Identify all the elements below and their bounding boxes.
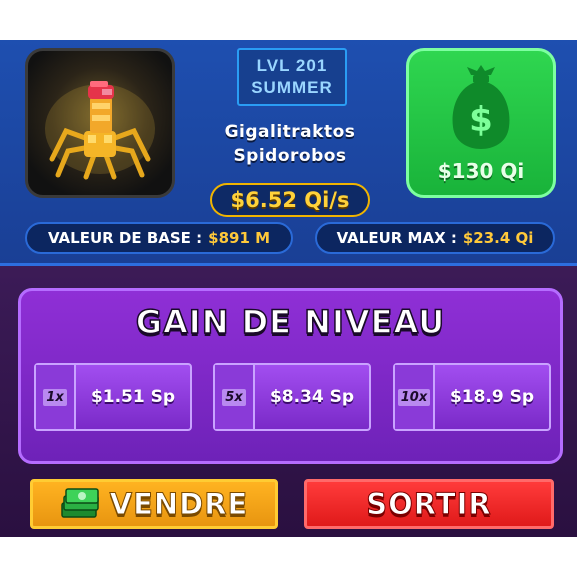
level-up-price: $18.9 Sp: [449, 387, 535, 407]
income-rate-pill: $6.52 Qi/s: [210, 183, 370, 217]
base-value-pill: VALEUR DE BASE : $891 M: [25, 222, 293, 254]
multiplier-badge: 1x: [36, 365, 76, 429]
multiplier-badge: 10x: [395, 365, 435, 429]
level-text: LVL 201: [256, 56, 328, 75]
money-bag-icon: $: [452, 65, 510, 149]
exit-button[interactable]: SORTIR: [304, 479, 554, 529]
svg-text:$: $: [469, 100, 493, 140]
level-up-price: $8.34 Sp: [269, 387, 355, 407]
exit-button-label: SORTIR: [366, 487, 492, 522]
base-value-amount: $891 M: [208, 229, 271, 247]
pet-name-line-1: Gigalitraktos: [224, 122, 356, 142]
base-value-label: VALEUR DE BASE :: [47, 229, 203, 247]
max-value-pill: VALEUR MAX : $23.4 Qi: [315, 222, 555, 254]
level-up-1x-button[interactable]: 1x $1.51 Sp: [34, 363, 192, 431]
pet-name-line-2: Spidorobos: [233, 146, 347, 166]
level-up-10x-button[interactable]: 10x $18.9 Sp: [393, 363, 551, 431]
pet-info-card: LVL 201 SUMMER Gigalitraktos Spidorobos …: [0, 40, 577, 266]
max-value-label: VALEUR MAX :: [336, 229, 457, 247]
level-badge: LVL 201 SUMMER: [237, 48, 347, 106]
spider-robot-icon: [45, 81, 155, 180]
level-up-5x-button[interactable]: 5x $8.34 Sp: [213, 363, 371, 431]
multiplier-text: 1x: [43, 388, 67, 406]
level-up-panel: GAIN DE NIVEAU 1x $1.51 Sp 5x $8.34 Sp 1…: [18, 288, 563, 464]
pet-portrait: [25, 48, 175, 198]
level-up-price: $1.51 Sp: [90, 387, 176, 407]
pet-info-screen: LVL 201 SUMMER Gigalitraktos Spidorobos …: [0, 40, 577, 537]
multiplier-badge: 5x: [215, 365, 255, 429]
max-value-amount: $23.4 Qi: [462, 229, 534, 247]
multiplier-text: 10x: [397, 388, 431, 406]
pet-value-box: $ $130 Qi: [406, 48, 556, 198]
sell-button[interactable]: VENDRE: [30, 479, 278, 529]
variant-text: SUMMER: [251, 78, 333, 97]
level-up-title: GAIN DE NIVEAU: [135, 302, 446, 342]
cash-stack-icon: [60, 488, 99, 518]
pet-value-label: $130 Qi: [437, 159, 525, 183]
pet-name: Gigalitraktos Spidorobos: [190, 120, 390, 168]
sell-button-label: VENDRE: [109, 487, 249, 522]
multiplier-text: 5x: [222, 388, 246, 406]
